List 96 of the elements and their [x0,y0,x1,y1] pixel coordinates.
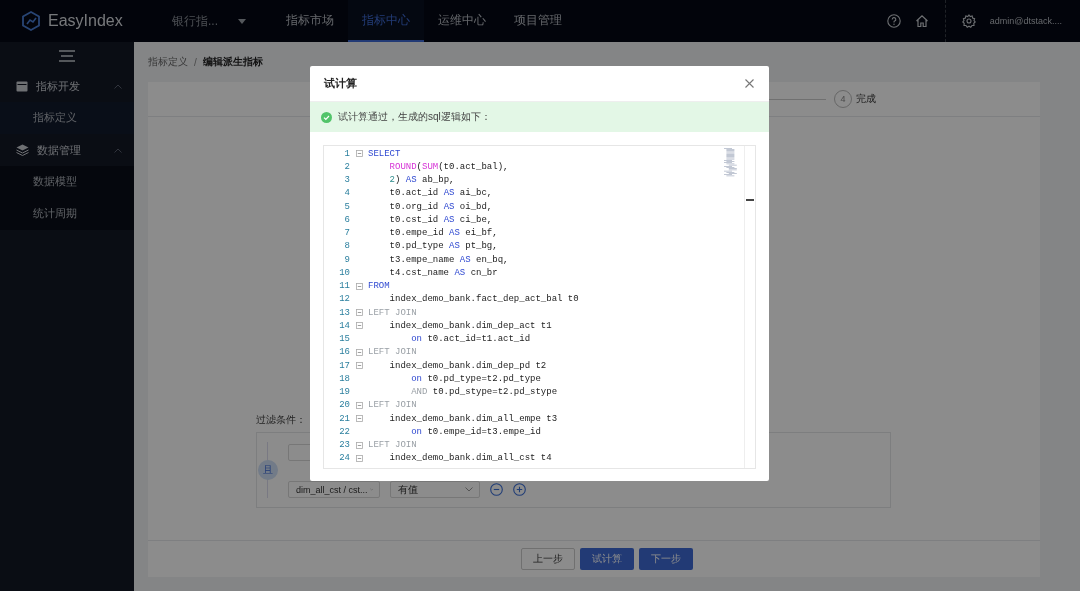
fold-icon[interactable] [355,441,363,449]
line-number: 18 [338,373,350,384]
line-number: 11 [338,281,350,292]
line-number: 13 [338,307,350,318]
breadcrumb-separator: / [194,56,197,68]
step-label: 完成 [856,92,876,106]
code-line: index_demo_bank.fact_dep_act_bal t0 [388,294,579,305]
code-line: t3.empe_name AS en_bq, [388,254,509,265]
footer-button[interactable]: 试计算 [580,548,634,570]
line-number: 24 [338,453,350,464]
breadcrumb-item: 编辑派生指标 [202,55,263,69]
line-number: 14 [338,320,350,331]
scrollbar-thumb[interactable] [746,199,754,201]
user-account[interactable]: admin@dtstack.... [989,16,1062,26]
line-number: 19 [338,387,350,398]
nav-tab[interactable]: 项目管理 [500,0,576,42]
line-number: 23 [338,440,350,451]
code-line: LEFT JOIN [368,307,417,318]
line-number: 6 [343,214,350,225]
success-message: 试计算通过，生成的sql逻辑如下： [338,110,491,124]
sidebar-item[interactable]: 数据模型 [0,166,134,198]
code-line: FROM [368,281,390,292]
help-icon[interactable] [886,14,901,28]
fold-icon[interactable] [355,322,363,330]
code-line: t0.empe_id AS ei_bf, [388,228,498,239]
code-line: LEFT JOIN [368,440,417,451]
code-line: index_demo_bank.dim_dep_act t1 [388,320,552,331]
line-number: 12 [338,294,350,305]
close-icon[interactable] [745,79,754,88]
line-number: 16 [338,347,350,358]
line-number: 8 [343,241,350,252]
sidebar-item[interactable]: 指标定义 [0,102,134,134]
code-line: LEFT JOIN [368,347,417,358]
code-line: on t0.empe_id=t3.empe_id [410,426,541,437]
home-icon[interactable] [914,14,929,28]
menu-icon[interactable] [59,50,75,62]
line-number: 20 [338,400,350,411]
line-number: 5 [343,201,350,212]
line-number: 3 [343,175,350,186]
code-line: index_demo_bank.dim_all_empe t3 [388,413,558,424]
line-number: 7 [343,228,350,239]
fold-icon[interactable] [355,150,363,158]
fold-icon[interactable] [355,415,363,423]
code-line: t0.org_id AS oi_bd, [388,201,493,212]
sidebar-group[interactable]: 数据管理 [0,134,134,166]
breadcrumb-item[interactable]: 指标定义 [148,55,188,69]
fold-icon[interactable] [355,282,363,290]
minimap-drawing [722,148,740,178]
line-number: 4 [343,188,350,199]
code-line: on t0.pd_type=t2.pd_type [410,373,541,384]
code-line: t4.cst_name AS cn_br [388,267,498,278]
nav-tab[interactable]: 指标市场 [272,0,348,42]
hexagon-logo-icon [20,10,42,32]
line-number: 10 [338,267,350,278]
code-line: 2) AS ab_bp, [388,175,455,186]
fold-icon[interactable] [355,309,363,317]
line-number: 21 [338,413,350,424]
line-number: 2 [343,161,350,172]
fold-icon[interactable] [355,348,363,356]
code-line: AND t0.pd_stype=t2.pd_stype [410,387,558,398]
sidebar-item[interactable]: 统计周期 [0,198,134,230]
code-line: LEFT JOIN [368,400,417,411]
line-number: 17 [338,360,350,371]
add-icon[interactable] [513,483,526,496]
operator-select[interactable]: 有值 [390,481,480,498]
code-line: on t0.act_id=t1.act_id [410,334,531,345]
line-number: 9 [343,254,350,265]
fold-icon[interactable] [355,454,363,462]
code-line: t0.pd_type AS pt_bg, [388,241,498,252]
check-circle-icon [321,111,332,123]
fold-icon[interactable] [355,401,363,409]
logic-toggle[interactable]: 且 [258,460,278,480]
code-line: t0.cst_id AS ci_be, [388,214,493,225]
code-line: index_demo_bank.dim_all_cst t4 [388,453,552,464]
footer-button[interactable]: 上一步 [521,548,575,570]
code-line: index_demo_bank.dim_dep_pd t2 [388,360,547,371]
code-line: ROUND(SUM(t0.act_bal), [388,161,509,172]
project-dropdown[interactable]: 银行指... [172,12,268,30]
field-select[interactable]: dim_all_cst / cst... [288,481,380,498]
fold-icon[interactable] [355,362,363,370]
card-icon [16,80,28,92]
line-number: 15 [338,334,350,345]
code-line: t0.act_id AS ai_bc, [388,188,493,199]
caret-icon [238,18,246,24]
remove-icon[interactable] [490,483,503,496]
sidebar-group[interactable]: 指标开发 [0,70,134,102]
line-number: 1 [343,148,350,159]
chevron-down-icon [465,487,473,492]
dialog-title: 试计算 [324,76,357,91]
filter-label: 过滤条件： [256,413,306,427]
app-name: EasyIndex [48,12,123,30]
code-line: SELECT [368,148,401,159]
line-number: 22 [338,426,350,437]
settings-icon[interactable] [961,14,976,28]
layers-icon [16,144,29,156]
nav-tab[interactable]: 运维中心 [424,0,500,42]
